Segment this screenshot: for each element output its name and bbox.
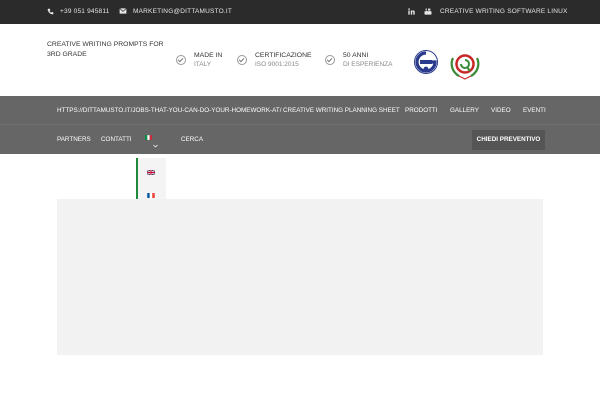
iso-certification-logo [414,50,438,74]
site-header: CREATIVE WRITING PROMPTS FOR 3RD GRADE M… [0,24,600,96]
email-contact[interactable]: MARKETING@DITTAMUSTO.IT [119,0,232,24]
italy-flag-icon [145,134,152,140]
france-flag-icon[interactable] [147,193,155,198]
top-link-software-linux[interactable]: CREATIVE WRITING SOFTWARE LINUX [440,0,568,24]
phone-icon [47,8,54,15]
nav-item-gallery[interactable]: GALLERY [450,107,479,114]
top-bar: +39 051 945811 MARKETING@DITTAMUSTO.IT C… [0,0,600,24]
linkedin-icon [408,7,415,15]
quality-award-logo [450,54,480,80]
nav-item-eventi[interactable]: EVENTI [523,107,546,114]
language-selector[interactable] [145,134,152,141]
check-circle-icon [325,55,335,65]
feature-subtitle: ITALY [194,61,212,68]
nav-item-homework-link[interactable]: HTTPS://DITTAMUSTO.IT/JOBS-THAT-YOU-CAN-… [57,107,281,114]
check-circle-icon [176,55,186,65]
youtube-icon [424,8,432,15]
feature-title: CERTIFICAZIONE [255,52,312,59]
youtube-link[interactable] [424,0,432,24]
request-quote-button[interactable]: CHIEDI PREVENTIVO [472,130,545,150]
feature-subtitle: DI ESPERIENZA [343,61,393,68]
nav-divider [0,124,600,125]
check-circle-icon [237,55,247,65]
feature-title: 50 ANNI [343,52,369,59]
feature-subtitle: ISO 9001:2015 [255,61,299,68]
nav-item-video[interactable]: VIDEO [491,107,511,114]
linkedin-link[interactable] [408,0,415,24]
nav-item-partners[interactable]: PARTNERS [57,136,91,143]
nav-item-planning-sheet[interactable]: CREATIVE WRITING PLANNING SHEET [283,107,400,114]
email-address: MARKETING@DITTAMUSTO.IT [133,8,233,15]
feature-title: MADE IN [194,52,223,59]
envelope-icon [119,8,127,14]
phone-contact[interactable]: +39 051 945811 [47,0,110,24]
uk-flag-icon[interactable] [147,170,155,175]
site-tagline[interactable]: CREATIVE WRITING PROMPTS FOR 3RD GRADE [47,40,172,60]
nav-item-contatti[interactable]: CONTATTI [101,136,132,143]
nav-item-cerca[interactable]: CERCA [181,136,203,143]
phone-number: +39 051 945811 [60,8,110,15]
nav-item-prodotti[interactable]: PRODOTTI [405,107,438,114]
chevron-down-icon[interactable] [153,144,158,148]
content-placeholder [57,199,543,355]
